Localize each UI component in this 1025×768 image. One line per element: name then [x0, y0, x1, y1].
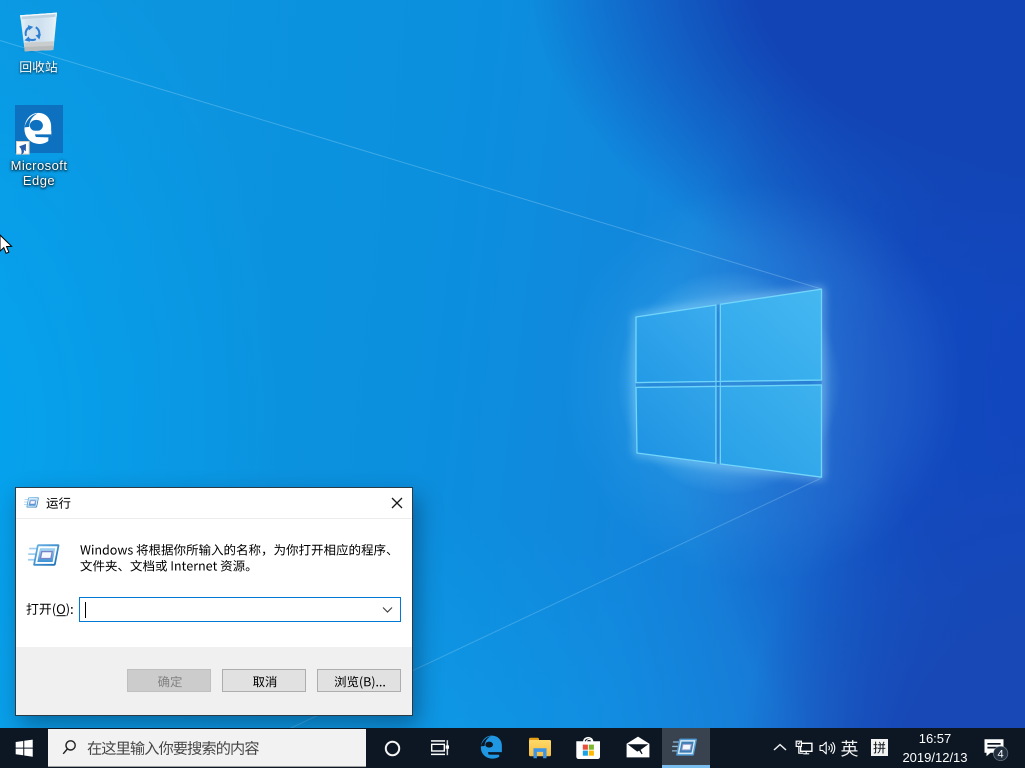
svg-text:4: 4 [998, 748, 1004, 760]
